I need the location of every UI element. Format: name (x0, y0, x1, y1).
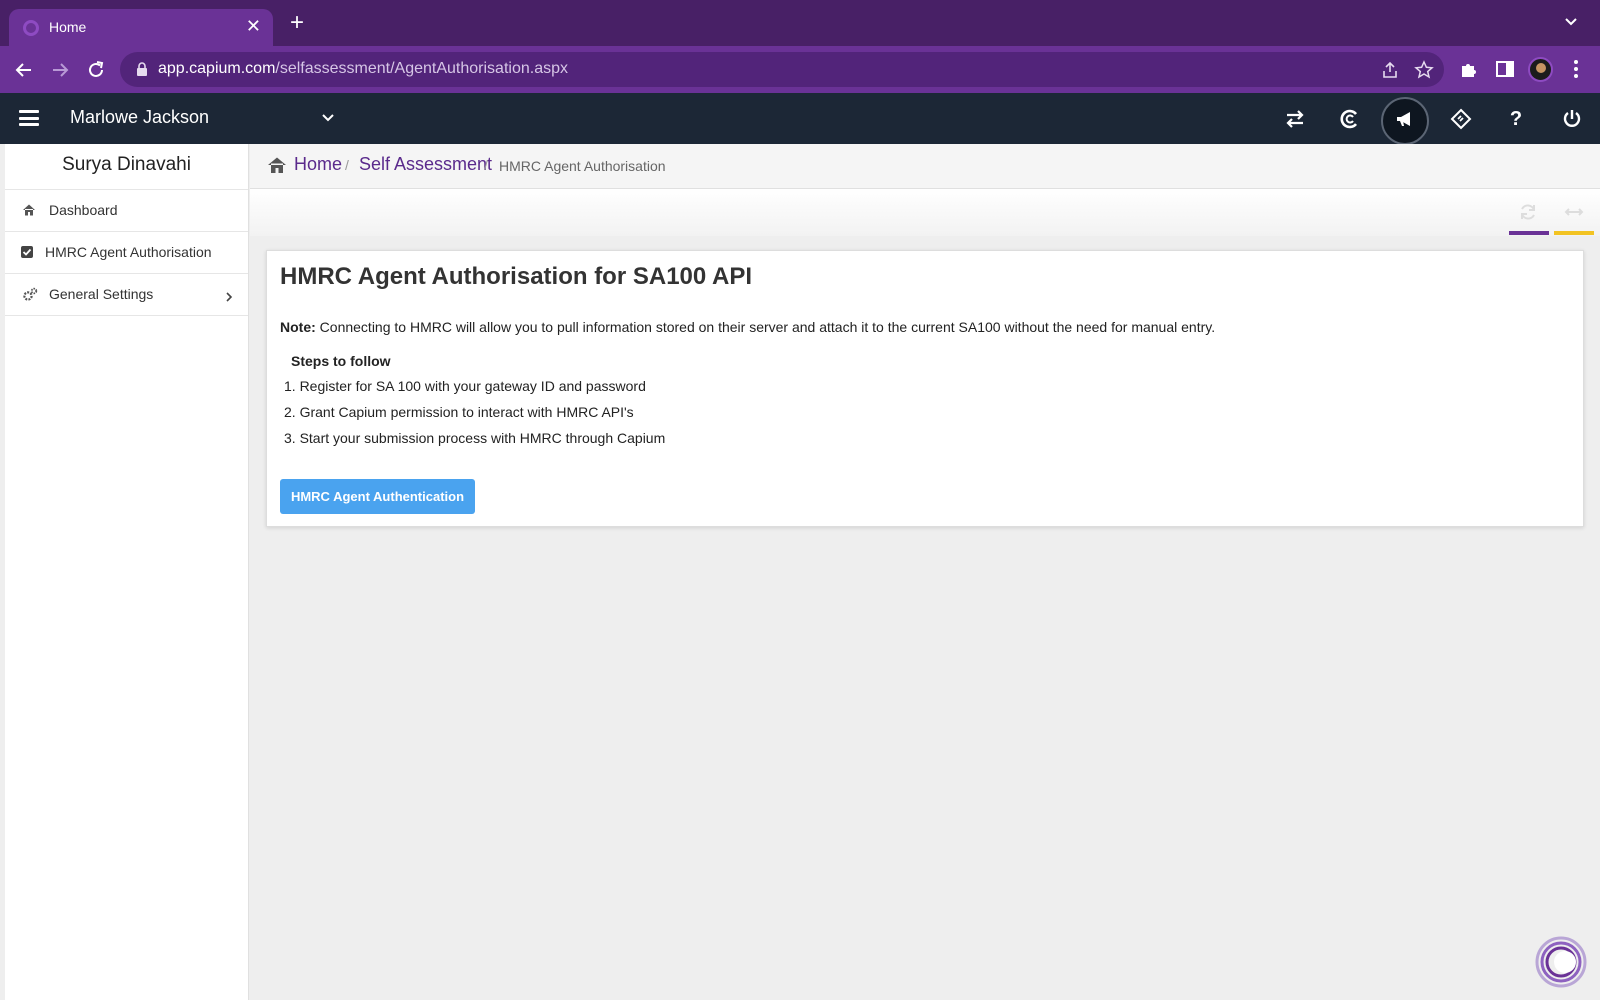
sidebar-item-label: General Settings (49, 286, 154, 302)
ticket-icon[interactable] (1449, 107, 1473, 131)
app-header: Marlowe Jackson ? (0, 93, 1600, 145)
bookmark-star-icon[interactable] (1414, 60, 1434, 80)
breadcrumb-self-assessment-link[interactable]: Self Assessment (359, 154, 492, 175)
share-icon[interactable] (1380, 60, 1400, 80)
tab-favicon-icon (23, 20, 39, 36)
new-tab-button[interactable]: + (290, 11, 304, 35)
browser-tab-strip: Home ✕ + (0, 0, 1600, 46)
breadcrumb-separator: / (345, 157, 349, 173)
sidebar-item-hmrc-agent-authorisation[interactable]: HMRC Agent Authorisation (5, 232, 248, 274)
authorisation-card: HMRC Agent Authorisation for SA100 API N… (266, 250, 1584, 527)
address-bar[interactable]: app.capium.com/selfassessment/AgentAutho… (120, 52, 1444, 87)
browser-toolbar: app.capium.com/selfassessment/AgentAutho… (0, 46, 1600, 93)
expand-horizontal-icon[interactable] (1564, 203, 1584, 221)
gears-icon (23, 287, 38, 301)
lock-icon[interactable] (135, 62, 149, 77)
browser-tab[interactable]: Home ✕ (9, 9, 273, 46)
sidebar-item-general-settings[interactable]: General Settings (5, 274, 248, 316)
chevron-down-icon[interactable] (320, 110, 336, 126)
home-icon[interactable] (267, 156, 287, 174)
expand-accent-bar (1554, 231, 1594, 235)
note-text: Note: Connecting to HMRC will allow you … (280, 319, 1216, 335)
steps-list: 1. Register for SA 100 with your gateway… (284, 378, 665, 456)
list-item: 1. Register for SA 100 with your gateway… (284, 378, 646, 394)
breadcrumb-current: HMRC Agent Authorisation (499, 158, 666, 174)
megaphone-icon[interactable] (1393, 107, 1417, 131)
power-icon[interactable] (1560, 107, 1584, 131)
reload-icon[interactable] (83, 57, 109, 83)
sidebar: Surya Dinavahi Dashboard HMRC Agent Auth… (0, 144, 249, 1000)
extensions-puzzle-icon[interactable] (1458, 58, 1480, 80)
side-panel-icon[interactable] (1494, 58, 1516, 80)
page-title: HMRC Agent Authorisation for SA100 API (280, 263, 753, 290)
refresh-icon[interactable] (1518, 203, 1538, 221)
list-item: 2. Grant Capium permission to interact w… (284, 404, 634, 420)
forward-icon[interactable] (47, 57, 73, 83)
breadcrumb-separator: / (484, 157, 488, 173)
sidebar-user-name: Surya Dinavahi (5, 144, 248, 190)
breadcrumb-home-link[interactable]: Home (294, 154, 342, 175)
sidebar-item-dashboard[interactable]: Dashboard (5, 190, 248, 232)
switch-arrows-icon[interactable] (1283, 107, 1307, 131)
checkbox-icon (21, 246, 33, 258)
breadcrumb: Home / Self Assessment / HMRC Agent Auth… (250, 144, 1600, 189)
steps-heading: Steps to follow (291, 353, 391, 369)
tab-close-icon[interactable]: ✕ (246, 16, 261, 37)
capium-logo-icon[interactable] (1338, 107, 1362, 131)
company-selector-label[interactable]: Marlowe Jackson (70, 107, 209, 128)
hmrc-agent-authentication-button[interactable]: HMRC Agent Authentication (280, 479, 475, 514)
url-text[interactable]: app.capium.com/selfassessment/AgentAutho… (158, 60, 568, 78)
utility-bar (250, 189, 1600, 236)
tab-search-chevron-icon[interactable] (1562, 12, 1580, 30)
capium-floating-logo-icon[interactable] (1535, 936, 1587, 988)
profile-avatar[interactable] (1528, 57, 1553, 82)
refresh-accent-bar (1509, 231, 1549, 235)
home-icon (23, 204, 35, 216)
hamburger-menu-icon[interactable] (19, 110, 39, 126)
list-item: 3. Start your submission process with HM… (284, 430, 666, 446)
browser-menu-icon[interactable] (1565, 58, 1587, 80)
tab-title: Home (49, 19, 87, 35)
sidebar-item-label: Dashboard (49, 202, 118, 218)
help-icon[interactable]: ? (1504, 107, 1528, 131)
back-icon[interactable] (11, 57, 37, 83)
chevron-right-icon (226, 292, 233, 302)
sidebar-item-label: HMRC Agent Authorisation (45, 244, 212, 260)
